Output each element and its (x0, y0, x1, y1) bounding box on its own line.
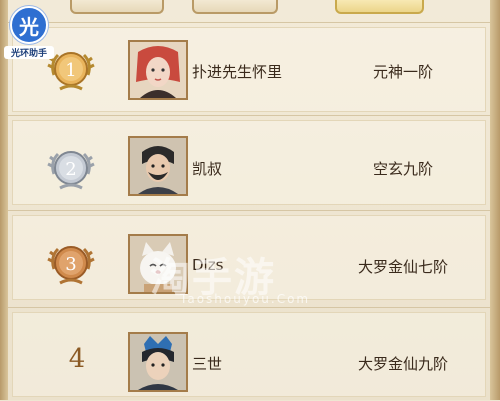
player-name: 扑进先生怀里 (192, 63, 283, 81)
svg-text:1: 1 (65, 60, 76, 81)
tab-2[interactable] (192, 0, 278, 14)
tab-3-active[interactable] (335, 0, 424, 14)
ranking-panel: 1 扑进先生怀里 元神一阶 2 凯叔 空玄九阶 3 Dlzs 大罗金仙七阶 4 … (0, 0, 500, 400)
player-realm: 大罗金仙九阶 (357, 355, 448, 373)
red-haired-female-avatar-icon (130, 42, 186, 98)
avatar[interactable] (128, 332, 188, 392)
svg-text:3: 3 (65, 254, 76, 275)
avatar[interactable] (128, 40, 188, 100)
player-realm: 空玄九阶 (372, 160, 433, 178)
ranking-row[interactable]: 4 三世 大罗金仙九阶 (8, 307, 490, 401)
player-realm: 大罗金仙七阶 (357, 258, 448, 276)
app-logo[interactable]: 光 光环助手 (4, 6, 54, 64)
blue-crown-male-avatar-icon (130, 334, 186, 390)
silver-medal-icon: 2 (46, 144, 96, 194)
avatar[interactable] (128, 136, 188, 196)
rank-number: 4 (68, 344, 86, 374)
watermark-subtext: Taoshouyou.Com (180, 292, 311, 306)
tab-1[interactable] (70, 0, 164, 14)
logo-glyph: 光 (10, 6, 48, 44)
ranking-row[interactable]: 1 扑进先生怀里 元神一阶 (8, 22, 490, 116)
player-name: 三世 (192, 355, 223, 373)
logo-caption: 光环助手 (4, 46, 54, 59)
svg-text:2: 2 (65, 159, 76, 180)
ranking-row[interactable]: 2 凯叔 空玄九阶 (8, 115, 490, 209)
bearded-male-avatar-icon (130, 138, 186, 194)
player-name: 凯叔 (192, 160, 223, 178)
panel-right-border (490, 0, 500, 400)
player-realm: 元神一阶 (372, 63, 433, 81)
bronze-medal-icon: 3 (46, 239, 96, 289)
